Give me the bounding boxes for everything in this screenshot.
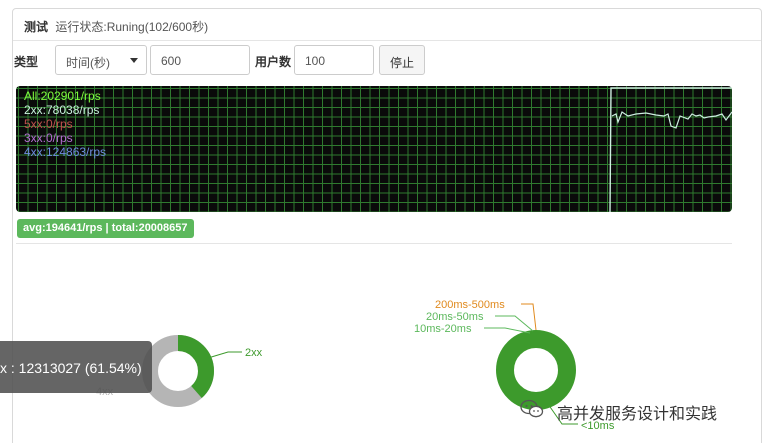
rps-series-line xyxy=(609,87,732,212)
chevron-down-icon xyxy=(130,58,138,63)
users-value: 100 xyxy=(305,54,326,68)
section-divider xyxy=(16,243,732,244)
pie-slice-lt10ms[interactable] xyxy=(496,330,576,410)
type-select[interactable]: 时间(秒) xyxy=(55,45,147,75)
pie-label-200-500ms: 200ms-500ms xyxy=(435,299,505,311)
users-input[interactable]: 100 xyxy=(294,45,374,75)
stat-all: All:202901/rps xyxy=(24,89,101,103)
rps-monitor-chart: All:202901/rps 2xx:78038/rps 5xx:0/rps 3… xyxy=(16,86,732,212)
panel-title: 测试 xyxy=(24,20,49,34)
type-label: 类型 xyxy=(14,55,39,69)
rps-monitor-svg xyxy=(609,87,732,212)
label-line-2xx xyxy=(207,351,242,359)
type-select-value: 时间(秒) xyxy=(66,56,110,70)
label-line-20-50 xyxy=(495,315,534,332)
stat-3xx: 3xx:0/rps xyxy=(24,131,73,145)
wechat-icon xyxy=(520,399,544,418)
config-form: 类型 时间(秒) 600 用户数 100 停止 xyxy=(14,45,734,75)
pie-label-20-50ms: 20ms-50ms xyxy=(426,311,484,323)
label-line-200-500 xyxy=(521,303,537,331)
rps-2xx-series-line xyxy=(611,111,732,129)
watermark-text: 高并发服务设计和实践 xyxy=(557,406,718,423)
duration-value: 600 xyxy=(161,54,182,68)
run-status: 运行状态:Runing(102/600秒) xyxy=(55,20,209,34)
duration-input[interactable]: 600 xyxy=(150,45,250,75)
tooltip-text: x : 12313027 (61.54%) xyxy=(0,360,142,376)
rps-stats: All:202901/rps 2xx:78038/rps 5xx:0/rps 3… xyxy=(24,89,106,159)
chart-tooltip: x : 12313027 (61.54%) xyxy=(0,341,152,393)
users-label: 用户数 xyxy=(255,55,292,69)
panel-header: 测试 运行状态:Runing(102/600秒) xyxy=(13,9,761,41)
summary-badge: avg:194641/rps | total:20008657 xyxy=(17,219,194,238)
pie-label-10-20ms: 10ms-20ms xyxy=(414,323,472,335)
stat-4xx: 4xx:124863/rps xyxy=(24,145,107,159)
stat-5xx: 5xx:0/rps xyxy=(24,117,73,131)
pie-label-2xx: 2xx xyxy=(245,347,263,359)
stat-2xx: 2xx:78038/rps xyxy=(24,103,100,117)
stop-button[interactable]: 停止 xyxy=(379,45,425,75)
